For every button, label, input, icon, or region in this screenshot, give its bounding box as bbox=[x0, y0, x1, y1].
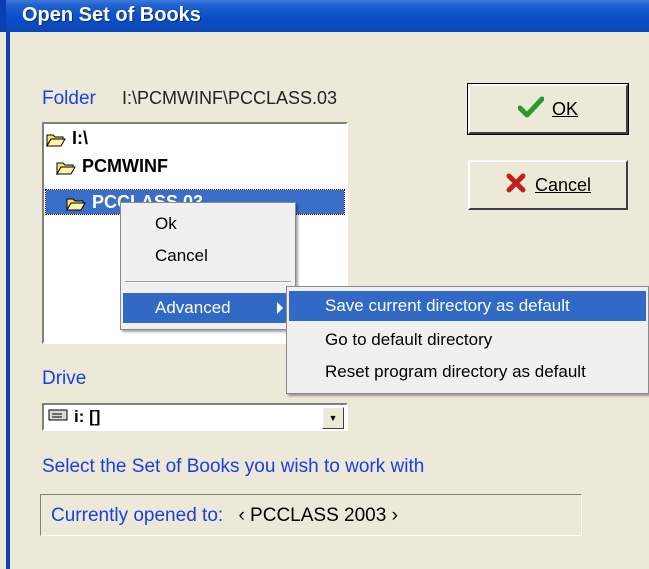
status-value: ‹ PCCLASS 2003 › bbox=[238, 505, 398, 526]
drive-select[interactable]: i: [] ▼ bbox=[42, 403, 348, 431]
submenu-arrow-icon bbox=[277, 302, 283, 314]
cancel-button[interactable]: Cancel bbox=[468, 160, 628, 210]
window-title: Open Set of Books bbox=[22, 4, 201, 26]
title-bar: Open Set of Books bbox=[0, 0, 649, 32]
chevron-down-icon[interactable]: ▼ bbox=[322, 407, 344, 429]
status-label: Currently opened to: bbox=[51, 505, 224, 526]
ok-label: OK bbox=[551, 98, 578, 119]
open-folder-icon bbox=[46, 131, 66, 148]
ok-button[interactable]: OK bbox=[467, 83, 629, 135]
x-icon bbox=[505, 172, 527, 199]
menu-item-reset-default[interactable]: Reset program directory as default bbox=[289, 357, 646, 387]
drive-label: Drive bbox=[42, 368, 87, 389]
open-folder-icon bbox=[56, 159, 76, 176]
instruction-text: Select the Set of Books you wish to work… bbox=[42, 456, 425, 477]
menu-item-cancel[interactable]: Cancel bbox=[123, 241, 293, 271]
tree-item-label: PCMWINF bbox=[82, 155, 168, 176]
menu-item-advanced[interactable]: Advanced bbox=[123, 293, 293, 323]
menu-item-ok[interactable]: Ok bbox=[123, 209, 293, 239]
menu-item-save-default[interactable]: Save current directory as default bbox=[289, 291, 646, 321]
checkmark-icon bbox=[517, 96, 545, 123]
menu-item-go-default[interactable]: Go to default directory bbox=[289, 325, 646, 355]
tree-item-root[interactable]: I:\ bbox=[46, 126, 88, 150]
drive-value: i: [] bbox=[74, 407, 101, 426]
folder-path: I:\PCMWINF\PCCLASS.03 bbox=[122, 88, 338, 108]
context-menu: Ok Cancel Advanced bbox=[120, 202, 296, 330]
menu-separator bbox=[125, 281, 291, 283]
drive-icon bbox=[48, 407, 68, 427]
open-folder-icon bbox=[66, 195, 86, 212]
cancel-label: Cancel bbox=[534, 174, 592, 195]
status-box: Currently opened to: ‹ PCCLASS 2003 › bbox=[40, 494, 582, 536]
folder-label: Folder bbox=[42, 88, 96, 109]
tree-item-label: I:\ bbox=[72, 127, 88, 148]
tree-item-pcmwinf[interactable]: PCMWINF bbox=[56, 154, 168, 178]
advanced-submenu: Save current directory as default Go to … bbox=[286, 286, 649, 394]
